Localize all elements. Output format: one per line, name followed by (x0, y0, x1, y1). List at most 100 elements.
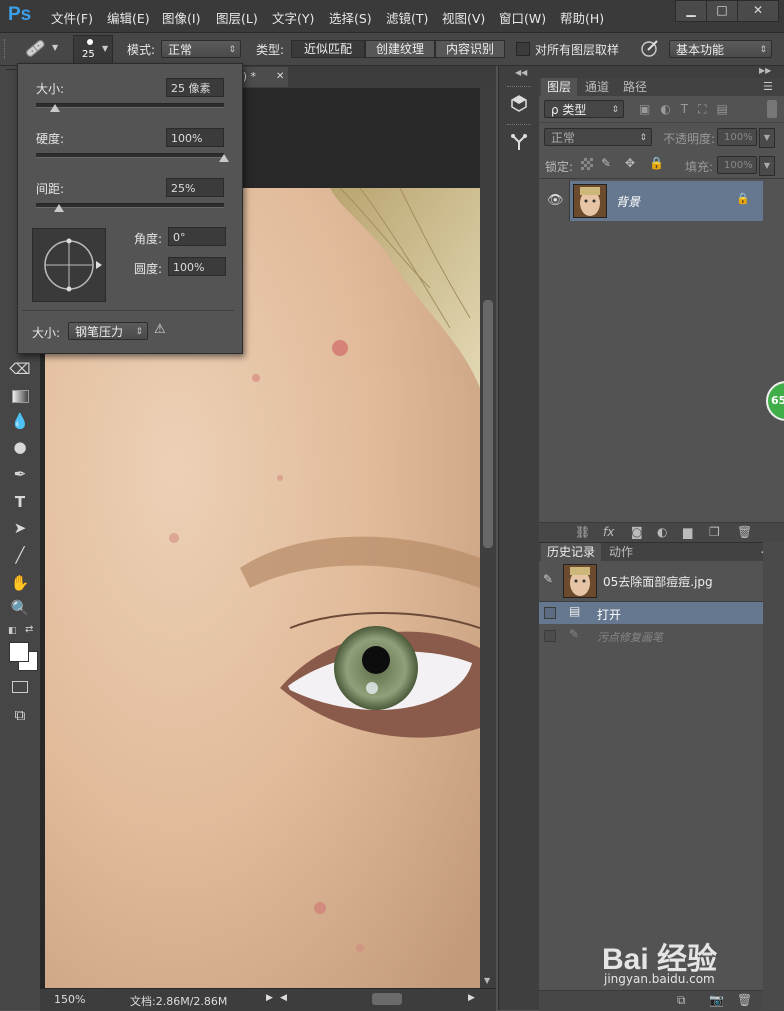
lock-all-icon[interactable]: 🔒 (649, 156, 664, 170)
history-state-row[interactable]: ▤ 打开 (539, 602, 763, 624)
menu-type[interactable]: 文字(Y) (272, 8, 314, 27)
close-tab-icon[interactable]: ✕ (276, 67, 284, 87)
angle-field[interactable]: 0° (168, 227, 226, 246)
layer-mask-icon[interactable]: ◙ (631, 525, 643, 539)
layer-style-icon[interactable]: fx (603, 525, 614, 539)
dodge-tool-icon[interactable]: ● (8, 436, 32, 458)
zoom-level[interactable]: 150% (54, 993, 85, 1006)
menu-window[interactable]: 窗口(W) (499, 8, 546, 27)
default-colors-icon[interactable]: ◧ (8, 626, 17, 636)
brush-size-field[interactable]: 25 像素 (166, 78, 224, 97)
tool-preset-dropdown-icon[interactable]: ▼ (52, 43, 58, 52)
link-layers-icon[interactable]: ⛓ (575, 525, 590, 539)
menu-help[interactable]: 帮助(H) (560, 8, 604, 27)
vertical-scrollbar[interactable]: ▼ (480, 88, 496, 988)
adjustment-layer-icon[interactable]: ◐ (657, 525, 667, 539)
sample-all-layers-checkbox[interactable] (516, 42, 530, 56)
line-tool-icon[interactable]: ╱ (8, 544, 32, 566)
zoom-tool-icon[interactable]: 🔍 (8, 597, 32, 619)
type-proximity-match[interactable]: 近似匹配 (291, 40, 365, 58)
fill-dropdown-icon[interactable]: ▼ (759, 156, 775, 176)
blend-mode-select[interactable]: 正常 ⇕ (544, 128, 652, 146)
scroll-left-icon[interactable]: ◀ (280, 993, 287, 1003)
spot-healing-brush-icon[interactable] (22, 38, 52, 58)
type-tool-icon[interactable]: T (8, 491, 32, 513)
collapse-panels-icon[interactable]: ▶▶ (759, 66, 771, 75)
close-button[interactable]: ✕ (737, 0, 779, 22)
tab-actions[interactable]: 动作 (603, 543, 639, 561)
collapse-dock-icon[interactable]: ◀◀ (515, 68, 527, 77)
layer-row[interactable]: 背景 🔒 (570, 181, 763, 221)
spacing-slider-thumb[interactable] (53, 204, 64, 212)
history-state-row[interactable]: ✎ 污点修复画笔 (539, 625, 763, 647)
type-create-texture[interactable]: 创建纹理 (365, 40, 435, 58)
history-brush-source-icon[interactable]: ✎ (543, 572, 553, 586)
brush-size-slider[interactable] (36, 103, 224, 108)
brush-preset-picker[interactable]: 25 ▼ (73, 35, 113, 65)
panel-menu-icon[interactable]: ☰ (763, 80, 773, 93)
hardness-field[interactable]: 100% (166, 128, 224, 147)
pen-tool-icon[interactable]: ✒ (8, 463, 32, 485)
filter-toggle[interactable] (767, 100, 777, 118)
eraser-tool-icon[interactable]: ⌫ (8, 358, 32, 380)
delete-layer-icon[interactable]: 🗑 (737, 525, 752, 539)
workspace-select[interactable]: 基本功能 ⇕ (669, 40, 772, 58)
hardness-slider-thumb[interactable] (219, 154, 229, 162)
type-content-aware[interactable]: 内容识别 (435, 40, 505, 58)
swap-colors-icon[interactable]: ⇄ (25, 624, 33, 635)
quick-mask-icon[interactable] (8, 676, 32, 698)
hand-tool-icon[interactable]: ✋ (8, 572, 32, 594)
angle-roundness-widget[interactable] (32, 228, 106, 302)
screen-mode-icon[interactable]: ⧉ (8, 704, 32, 726)
lock-transparent-icon[interactable] (581, 158, 593, 170)
eye-icon[interactable]: 👁 (547, 193, 564, 208)
group-icon[interactable]: ▆ (683, 525, 692, 539)
lock-position-icon[interactable]: ✥ (625, 156, 635, 170)
vertical-scroll-thumb[interactable] (483, 300, 493, 548)
pressure-select[interactable]: 钢笔压力 ⇕ (68, 322, 148, 340)
blur-tool-icon[interactable]: 💧 (8, 410, 32, 432)
delete-state-icon[interactable]: 🗑 (737, 993, 752, 1007)
history-checkbox[interactable] (544, 630, 556, 642)
pressure-size-icon[interactable] (640, 38, 660, 58)
layer-visibility-cell[interactable]: 👁 (539, 181, 570, 221)
layer-filter-icons[interactable]: ▣◐T⛶▤ (639, 102, 738, 117)
opacity-dropdown-icon[interactable]: ▼ (759, 128, 775, 148)
menu-file[interactable]: 文件(F) (51, 8, 93, 27)
history-snapshot-row[interactable]: ✎ 05去除面部痘痘.jpg (539, 562, 763, 600)
camera-icon[interactable]: 📷 (709, 993, 724, 1007)
roundness-field[interactable]: 100% (168, 257, 226, 276)
menu-edit[interactable]: 编辑(E) (107, 8, 150, 27)
maximize-button[interactable]: □ (706, 0, 738, 22)
brush-size-slider-thumb[interactable] (49, 104, 60, 112)
lock-image-icon[interactable]: ✎ (601, 156, 611, 170)
tab-history[interactable]: 历史记录 (541, 543, 602, 561)
menu-image[interactable]: 图像(I) (162, 8, 200, 27)
minimize-button[interactable]: ▁ (675, 0, 707, 22)
tab-layers[interactable]: 图层 (541, 78, 578, 96)
tab-paths[interactable]: 路径 (617, 78, 653, 96)
3d-panel-icon[interactable] (510, 94, 528, 112)
status-menu-arrow-icon[interactable]: ▶ (266, 993, 273, 1003)
spacing-field[interactable]: 25% (166, 178, 224, 197)
layer-filter-select[interactable]: ρ 类型 ⇕ (544, 100, 624, 118)
menu-view[interactable]: 视图(V) (442, 8, 485, 27)
tool-presets-icon[interactable] (510, 132, 528, 152)
gradient-tool-icon[interactable] (8, 385, 32, 407)
spacing-slider[interactable] (36, 203, 224, 208)
scroll-down-icon[interactable]: ▼ (484, 976, 490, 985)
new-document-from-state-icon[interactable]: ⧉ (677, 993, 686, 1008)
tab-channels[interactable]: 通道 (579, 78, 615, 96)
new-layer-icon[interactable]: ❐ (709, 525, 720, 539)
opacity-field[interactable]: 100% (717, 128, 757, 146)
path-selection-tool-icon[interactable]: ➤ (8, 517, 32, 539)
layer-name[interactable]: 背景 (616, 193, 640, 210)
foreground-color-swatch[interactable] (9, 642, 29, 662)
menu-layer[interactable]: 图层(L) (216, 8, 258, 27)
fill-field[interactable]: 100% (717, 156, 757, 174)
menu-select[interactable]: 选择(S) (329, 8, 372, 27)
menu-filter[interactable]: 滤镜(T) (386, 8, 428, 27)
scroll-right-icon[interactable]: ▶ (468, 993, 475, 1003)
mode-select[interactable]: 正常 ⇕ (161, 40, 241, 58)
hardness-slider[interactable] (36, 153, 224, 158)
